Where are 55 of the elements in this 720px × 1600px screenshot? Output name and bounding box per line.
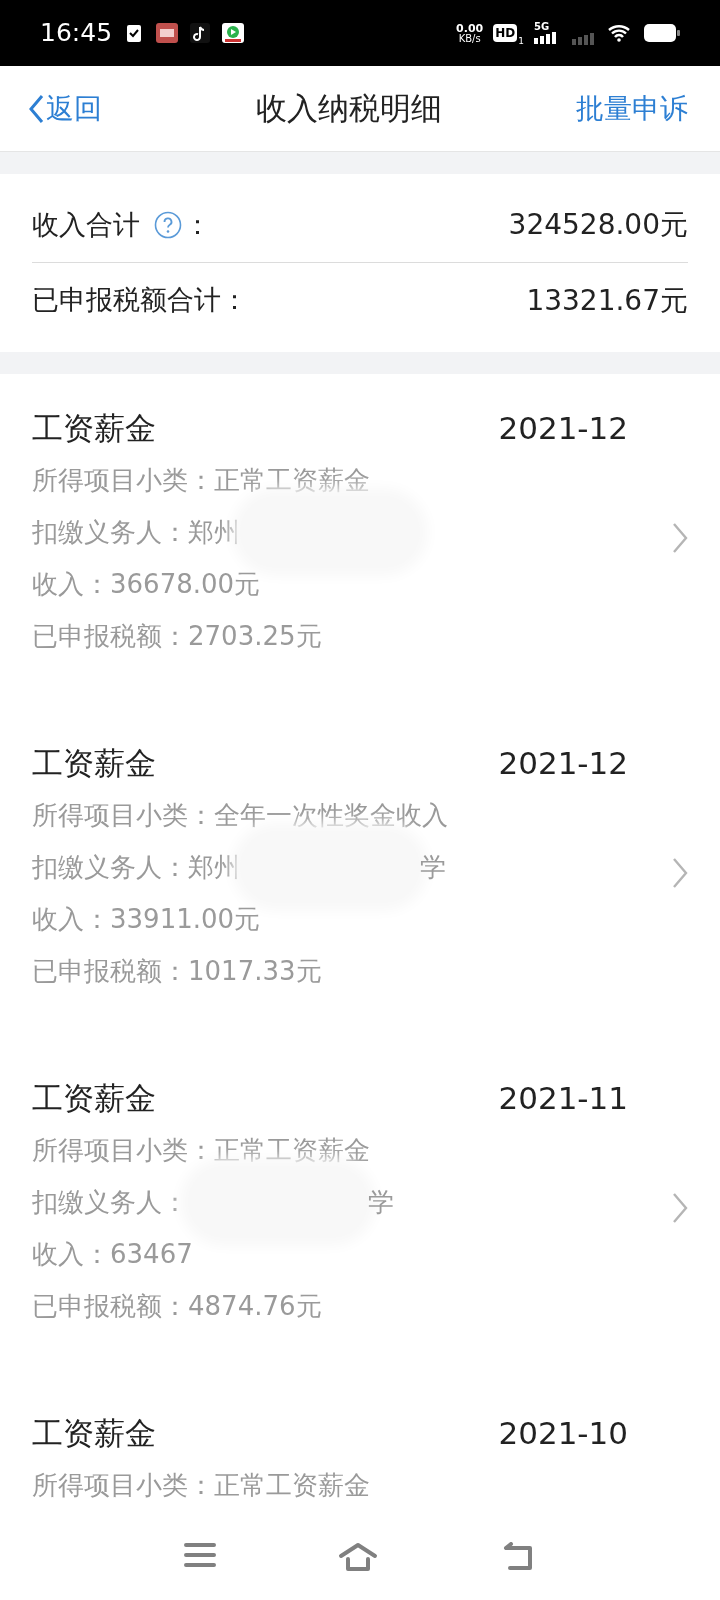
tax-amount: 已申报税额：4874.76元 (32, 1289, 323, 1323)
chevron-right-icon[interactable] (672, 857, 688, 889)
payer-name: 学 (368, 1185, 394, 1219)
back-icon[interactable] (502, 1542, 534, 1572)
home-icon[interactable] (338, 1542, 378, 1572)
speed-unit: KB/s (458, 33, 481, 44)
summary-value: 324528.00元 (507, 207, 688, 243)
record-date: 2021-12 (498, 743, 628, 783)
record-title: 工资薪金 (32, 408, 156, 448)
batch-appeal-button[interactable]: 批量申诉 (576, 87, 688, 130)
income-amount: 收入：63467 (32, 1237, 194, 1271)
payer-name: 郑州 (188, 850, 240, 884)
chevron-right-icon[interactable] (672, 1192, 688, 1224)
payer-label: 扣缴义务人： (32, 1185, 188, 1219)
income-subtype: 所得项目小类：正常工资薪金 (32, 463, 371, 497)
page-title: 收入纳税明细 (255, 89, 443, 129)
chevron-right-icon[interactable] (672, 522, 688, 554)
chevron-left-icon (28, 93, 44, 124)
income-amount: 收入：36678.00元 (32, 567, 262, 601)
tax-amount: 已申报税额：2703.25元 (32, 619, 323, 653)
payer-label: 扣缴义务人： (32, 515, 188, 549)
hd-badge: HD (493, 24, 518, 42)
record-title: 工资薪金 (32, 1413, 156, 1453)
summary-value: 13321.67元 (525, 282, 688, 319)
signal-icon (572, 33, 594, 45)
menu-icon[interactable] (184, 1542, 216, 1568)
back-button[interactable]: 返回 (28, 87, 102, 130)
payer-label: 扣缴义务人： (32, 850, 188, 884)
payer-name: 郑州 (188, 515, 240, 549)
battery-icon (644, 24, 680, 42)
record-title: 工资薪金 (32, 743, 156, 783)
income-amount: 收入：33911.00元 (32, 902, 262, 936)
record-date: 2021-11 (498, 1078, 628, 1118)
app-icon (156, 23, 179, 43)
clipboard-icon (126, 23, 143, 43)
tax-amount: 已申报税额：1017.33元 (32, 954, 323, 988)
clock: 16:45 (40, 17, 113, 50)
play-icon (222, 23, 245, 43)
wifi-icon (608, 24, 630, 42)
record-date: 2021-12 (498, 408, 628, 448)
network-type: 5G (534, 22, 550, 32)
income-subtype: 所得项目小类：全年一次性奖金收入 (32, 798, 449, 832)
income-subtype: 所得项目小类：正常工资薪金 (32, 1468, 371, 1502)
music-note-icon (190, 23, 211, 43)
colon: ： (184, 207, 211, 242)
record-title: 工资薪金 (32, 1078, 156, 1118)
sim-number: 1 (518, 34, 524, 48)
payer-name: 学 (420, 850, 446, 884)
signal-icon (534, 32, 556, 44)
network-speed: 0.00 (456, 22, 484, 34)
income-subtype: 所得项目小类：正常工资薪金 (32, 1133, 371, 1167)
help-icon[interactable] (154, 211, 182, 239)
summary-label: 收入合计 (32, 207, 140, 242)
record-date: 2021-10 (498, 1413, 628, 1453)
summary-label: 已申报税额合计： (32, 283, 248, 318)
